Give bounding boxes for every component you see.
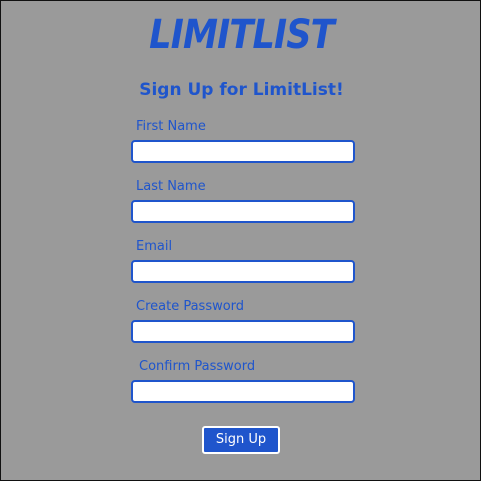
confirm-password-label: Confirm Password bbox=[139, 359, 256, 374]
create-password-label: Create Password bbox=[136, 299, 245, 314]
confirm-password-field[interactable] bbox=[131, 380, 355, 403]
first-name-field[interactable] bbox=[131, 140, 355, 163]
signup-page: LIMITLIST Sign Up for LimitList! First N… bbox=[0, 0, 481, 481]
create-password-field[interactable] bbox=[131, 320, 355, 343]
last-name-label: Last Name bbox=[136, 179, 206, 194]
last-name-field[interactable] bbox=[131, 200, 355, 223]
email-label: Email bbox=[136, 239, 173, 254]
first-name-label: First Name bbox=[136, 119, 206, 134]
email-field[interactable] bbox=[131, 260, 355, 283]
limitlist-logo: LIMITLIST bbox=[149, 12, 335, 58]
sign-up-button[interactable]: Sign Up bbox=[202, 426, 280, 454]
page-title: Sign Up for LimitList! bbox=[139, 80, 344, 100]
